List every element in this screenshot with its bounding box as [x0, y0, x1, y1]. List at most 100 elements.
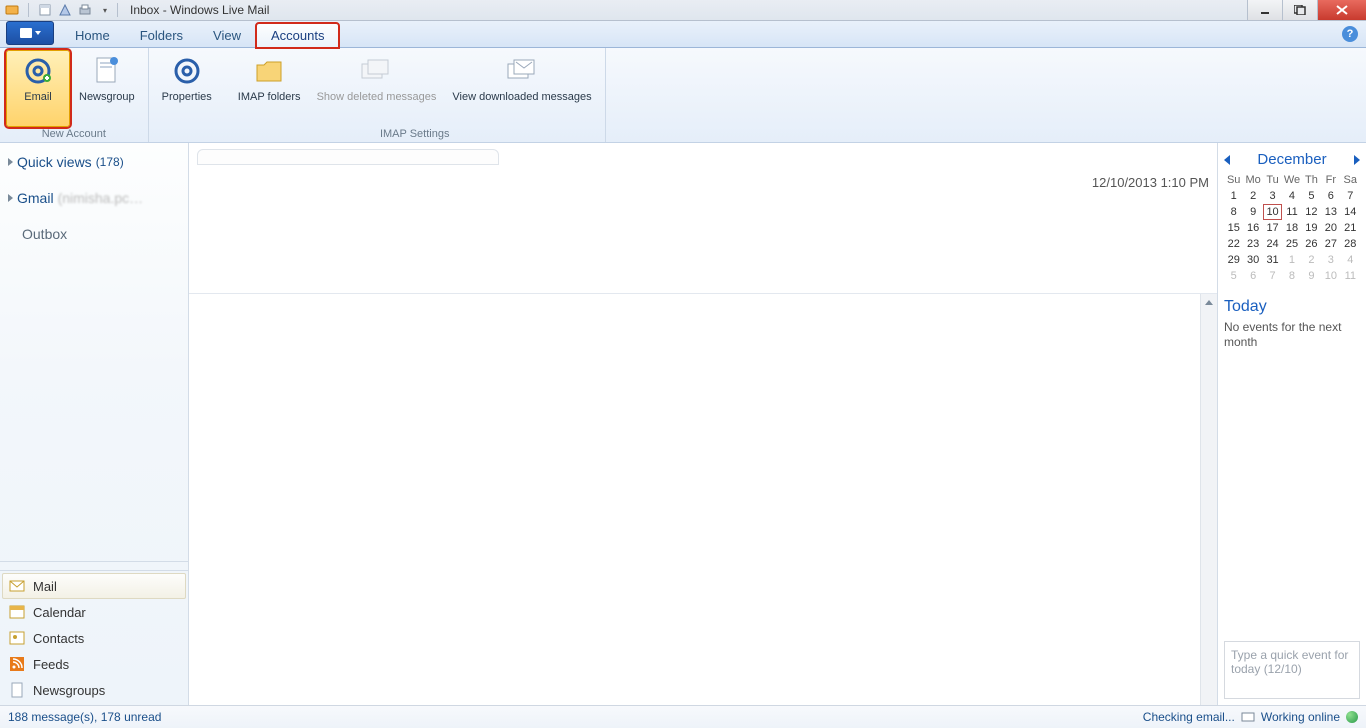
cal-day[interactable]: 1 [1282, 252, 1301, 268]
scroll-up-icon[interactable] [1201, 294, 1217, 310]
cal-day[interactable]: 26 [1302, 236, 1321, 252]
nav-quick-views[interactable]: Quick views (178) [6, 151, 182, 173]
cal-day[interactable]: 7 [1263, 268, 1282, 284]
cal-day[interactable]: 29 [1224, 252, 1243, 268]
rss-icon [9, 656, 25, 672]
disclosure-icon [8, 194, 13, 202]
cal-day[interactable]: 3 [1263, 188, 1282, 204]
cal-day[interactable]: 8 [1224, 204, 1243, 220]
cal-next-icon[interactable] [1354, 155, 1360, 165]
status-bar: 188 message(s), 178 unread Checking emai… [0, 705, 1366, 728]
cal-dow: Tu [1263, 174, 1282, 188]
cal-day[interactable]: 24 [1263, 236, 1282, 252]
cal-day[interactable]: 5 [1302, 188, 1321, 204]
help-icon[interactable]: ? [1342, 26, 1358, 42]
section-feeds[interactable]: Feeds [2, 651, 186, 677]
ribbon-newsgroup-button[interactable]: Newsgroup [72, 50, 142, 127]
cal-day[interactable]: 28 [1341, 236, 1360, 252]
quick-access-toolbar: ▾ [4, 2, 113, 18]
tab-accounts[interactable]: Accounts [256, 23, 339, 48]
cal-dow: Th [1302, 174, 1321, 188]
tab-folders[interactable]: Folders [125, 23, 198, 48]
cal-day[interactable]: 30 [1243, 252, 1262, 268]
cal-day[interactable]: 16 [1243, 220, 1262, 236]
ribbon-view-downloaded-button[interactable]: View downloaded messages [445, 50, 598, 127]
cal-day[interactable]: 10 [1263, 204, 1282, 220]
message-area: 12/10/2013 1:10 PM [189, 143, 1217, 705]
section-contacts[interactable]: Contacts [2, 625, 186, 651]
at-properties-icon [171, 55, 203, 87]
cal-day[interactable]: 4 [1282, 188, 1301, 204]
message-list[interactable]: 12/10/2013 1:10 PM [189, 143, 1217, 293]
qat-send-receive-icon[interactable] [57, 2, 73, 18]
ribbon-email-button[interactable]: Email [6, 50, 70, 127]
tab-view[interactable]: View [198, 23, 256, 48]
scrollbar[interactable] [1200, 294, 1217, 705]
cal-day[interactable]: 27 [1321, 236, 1340, 252]
qat-print-icon[interactable] [77, 2, 93, 18]
globe-icon [1346, 711, 1358, 723]
cal-day[interactable]: 21 [1341, 220, 1360, 236]
mail-icon [9, 578, 25, 594]
ribbon-properties-button[interactable]: Properties [155, 50, 219, 127]
message-list-header [197, 149, 499, 165]
cal-day[interactable]: 4 [1341, 252, 1360, 268]
calendar-grid[interactable]: SuMoTuWeThFrSa12345678910111213141516171… [1224, 174, 1360, 284]
cal-day[interactable]: 15 [1224, 220, 1243, 236]
window-title: Inbox - Windows Live Mail [130, 3, 269, 17]
qat-new-icon[interactable] [37, 2, 53, 18]
cal-month-label[interactable]: December [1257, 151, 1326, 168]
maximize-button[interactable] [1282, 0, 1317, 20]
contacts-icon [9, 630, 25, 646]
cal-dow: Fr [1321, 174, 1340, 188]
cal-dow: We [1282, 174, 1301, 188]
cal-day[interactable]: 11 [1341, 268, 1360, 284]
qat-dropdown-icon[interactable]: ▾ [97, 2, 113, 18]
cal-day[interactable]: 23 [1243, 236, 1262, 252]
nav-gmail-account[interactable]: Gmail (nimisha.pc… [6, 187, 182, 209]
cal-day[interactable]: 20 [1321, 220, 1340, 236]
section-newsgroups[interactable]: Newsgroups [2, 677, 186, 703]
cal-day[interactable]: 9 [1302, 268, 1321, 284]
cal-day[interactable]: 7 [1341, 188, 1360, 204]
cal-day[interactable]: 8 [1282, 268, 1301, 284]
cal-day[interactable]: 6 [1321, 188, 1340, 204]
cal-day[interactable]: 13 [1321, 204, 1340, 220]
no-events-text: No events for the next month [1224, 320, 1360, 350]
quick-event-input[interactable]: Type a quick event for today (12/10) [1224, 641, 1360, 699]
ribbon-imap-folders-button[interactable]: IMAP folders [231, 50, 308, 127]
cal-day[interactable]: 18 [1282, 220, 1301, 236]
nav-outbox[interactable]: Outbox [6, 223, 182, 245]
ribbon: Email Newsgroup New Account Properties [0, 48, 1366, 143]
document-icon [91, 55, 123, 87]
folder-nav-pane: Quick views (178) Gmail (nimisha.pc… Out… [0, 143, 189, 705]
section-calendar[interactable]: Calendar [2, 599, 186, 625]
cal-day[interactable]: 31 [1263, 252, 1282, 268]
cal-prev-icon[interactable] [1224, 155, 1230, 165]
section-mail[interactable]: Mail [2, 573, 186, 599]
envelopes-icon [360, 55, 392, 87]
cal-day[interactable]: 12 [1302, 204, 1321, 220]
title-bar: ▾ Inbox - Windows Live Mail [0, 0, 1366, 21]
cal-day[interactable]: 5 [1224, 268, 1243, 284]
cal-day[interactable]: 1 [1224, 188, 1243, 204]
cal-day[interactable]: 9 [1243, 204, 1262, 220]
cal-day[interactable]: 17 [1263, 220, 1282, 236]
cal-day[interactable]: 25 [1282, 236, 1301, 252]
cal-day[interactable]: 3 [1321, 252, 1340, 268]
cal-day[interactable]: 11 [1282, 204, 1301, 220]
disclosure-icon [8, 158, 13, 166]
status-online: Working online [1261, 710, 1340, 724]
tab-home[interactable]: Home [60, 23, 125, 48]
close-button[interactable] [1317, 0, 1366, 20]
cal-day[interactable]: 19 [1302, 220, 1321, 236]
file-menu-button[interactable] [6, 21, 54, 45]
cal-day[interactable]: 2 [1302, 252, 1321, 268]
cal-dow: Su [1224, 174, 1243, 188]
cal-day[interactable]: 10 [1321, 268, 1340, 284]
cal-day[interactable]: 6 [1243, 268, 1262, 284]
cal-day[interactable]: 14 [1341, 204, 1360, 220]
cal-day[interactable]: 2 [1243, 188, 1262, 204]
cal-day[interactable]: 22 [1224, 236, 1243, 252]
minimize-button[interactable] [1247, 0, 1282, 20]
